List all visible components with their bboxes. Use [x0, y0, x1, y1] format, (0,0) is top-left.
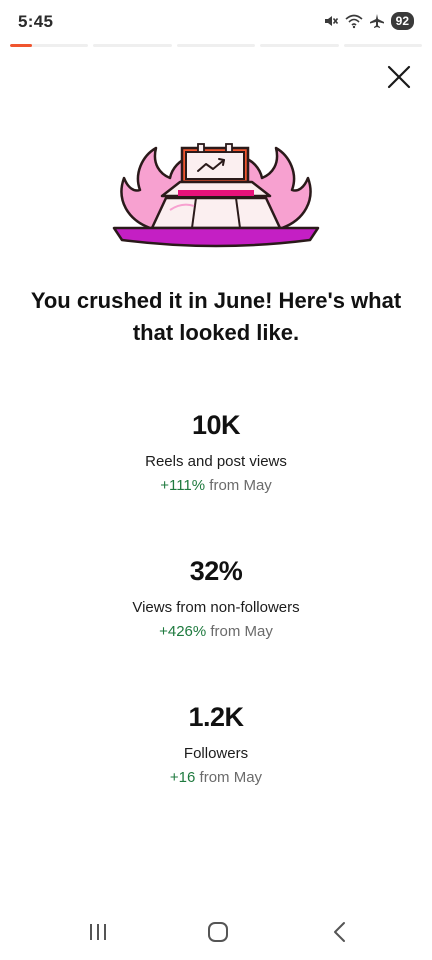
recent-apps-icon [90, 924, 106, 940]
mute-icon [323, 13, 339, 29]
status-bar: 5:45 92 [0, 0, 432, 44]
airplane-icon [369, 13, 385, 29]
back-button[interactable] [326, 918, 354, 946]
story-segment [343, 44, 423, 47]
hot-stage-illustration [110, 140, 322, 252]
story-segment [10, 44, 89, 47]
stat-label: Reels and post views [145, 453, 287, 470]
stat-change-suffix: from May [209, 477, 272, 494]
back-icon [334, 922, 345, 942]
stat-label: Followers [183, 745, 249, 762]
stat-non-followers: 32% Views from non-followers +426% from … [0, 554, 432, 642]
stat-value: 10K [191, 410, 241, 440]
stat-change-suffix: from May [199, 769, 263, 786]
headline: You crushed it in June! Here's what that… [30, 288, 402, 345]
home-icon [208, 922, 228, 942]
battery-icon: 92 [390, 12, 414, 30]
stat-change-suffix: from May [210, 623, 273, 640]
status-icons: 92 [323, 12, 414, 30]
stat-change: +16 from May [0, 768, 432, 788]
stat-change: +426% from May [0, 622, 432, 642]
home-button[interactable] [204, 918, 232, 946]
stat-change-delta: +16 [169, 769, 196, 786]
status-time: 5:45 [18, 12, 54, 31]
stat-change: +111% from May [0, 476, 432, 496]
stat-followers: 1.2K Followers +16 from May [0, 700, 432, 788]
stat-change-delta: +111% [160, 477, 206, 494]
story-segment [93, 44, 172, 47]
system-nav-bar [0, 900, 432, 960]
close-icon [387, 65, 411, 89]
story-segment [260, 44, 339, 47]
stat-label: Views from non-followers [132, 599, 300, 616]
close-button[interactable] [386, 64, 412, 90]
stat-value: 32% [189, 556, 243, 586]
story-segment [176, 44, 256, 47]
recent-apps-button[interactable] [84, 918, 112, 946]
stat-value: 1.2K [188, 702, 244, 732]
story-segment-fill [10, 44, 32, 47]
wifi-icon [345, 13, 363, 29]
stat-views: 10K Reels and post views +111% from May [0, 408, 432, 496]
story-progress-bar [10, 44, 423, 47]
stat-change-delta: +426% [159, 623, 207, 640]
